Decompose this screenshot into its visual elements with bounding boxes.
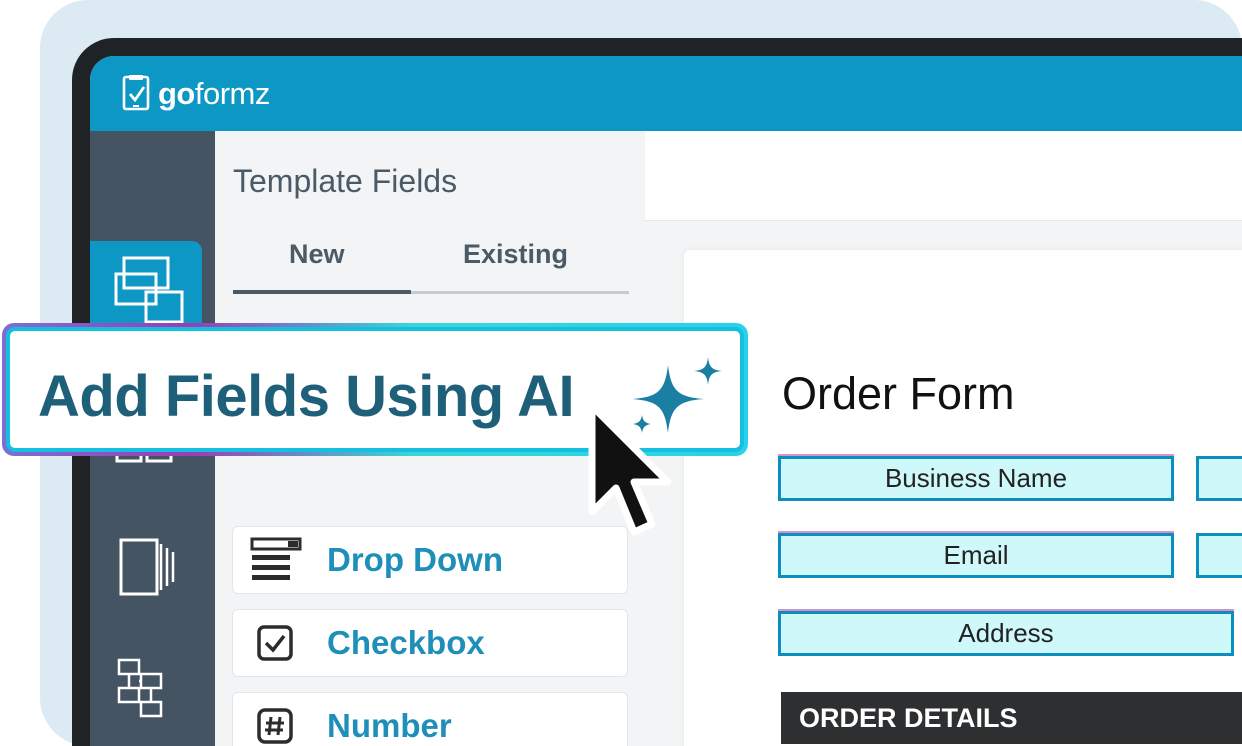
mouse-pointer-icon	[588, 402, 672, 536]
app-logo[interactable]: goformz	[122, 74, 270, 114]
layout-icon	[114, 256, 184, 324]
logo-light: formz	[194, 76, 271, 111]
form-field-business-name[interactable]: Business Name	[778, 456, 1174, 501]
field-item-drop-down[interactable]: Drop Down	[232, 526, 628, 594]
logo-bold: go	[158, 76, 195, 111]
form-field-address[interactable]: Address	[778, 611, 1234, 656]
ai-button-label: Add Fields Using AI	[38, 364, 575, 429]
tab-existing[interactable]: Existing	[463, 239, 568, 270]
field-label-drop-down: Drop Down	[327, 541, 503, 578]
field-label-number: Number	[327, 707, 452, 744]
form-field-partial[interactable]	[1196, 533, 1242, 578]
form-field-partial[interactable]	[1196, 456, 1242, 501]
dropdown-icon	[245, 527, 305, 593]
rail-item-pages[interactable]	[90, 519, 202, 615]
checkbox-icon	[245, 610, 305, 676]
form-logo-icon	[122, 75, 150, 111]
panel-tabs: New Existing	[233, 239, 629, 299]
panel-title: Template Fields	[233, 163, 458, 199]
form-title: Order Form	[782, 368, 1015, 419]
top-bar: goformz	[90, 56, 1242, 131]
rail-item-workflow[interactable]	[90, 641, 202, 737]
workflow-icon	[117, 658, 163, 718]
form-canvas: Order Form Business Name Email Address O…	[684, 250, 1242, 746]
active-tab-indicator	[233, 290, 411, 294]
pages-icon	[119, 538, 175, 596]
number-icon	[245, 693, 305, 746]
form-field-email[interactable]: Email	[778, 533, 1174, 578]
tab-new[interactable]: New	[289, 239, 345, 270]
field-item-checkbox[interactable]: Checkbox	[232, 609, 628, 677]
canvas-toolbar	[645, 131, 1242, 221]
field-item-number[interactable]: Number	[232, 692, 628, 746]
section-header: ORDER DETAILS	[781, 692, 1242, 744]
field-label-checkbox: Checkbox	[327, 624, 485, 661]
